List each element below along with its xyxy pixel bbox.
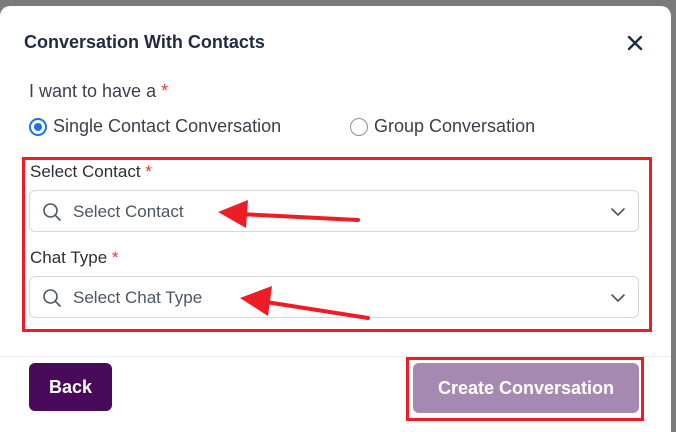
required-mark: * xyxy=(161,81,169,101)
radio-single-contact-label: Single Contact Conversation xyxy=(53,116,282,136)
radio-single-contact[interactable]: Single Contact Conversation xyxy=(29,116,281,137)
conversation-type-text: I want to have a xyxy=(29,81,157,101)
create-conversation-button[interactable]: Create Conversation xyxy=(413,363,639,413)
radio-group-conversation[interactable]: Group Conversation xyxy=(350,116,535,137)
dialog-title: Conversation With Contacts xyxy=(24,32,265,52)
annotation-highlight-box xyxy=(22,157,652,332)
radio-checked-icon[interactable] xyxy=(29,117,47,136)
radio-group-conversation-label: Group Conversation xyxy=(374,116,536,136)
close-icon[interactable] xyxy=(624,32,646,54)
conversation-type-label: I want to have a * xyxy=(29,81,168,102)
back-button[interactable]: Back xyxy=(29,363,112,411)
radio-unchecked-icon[interactable] xyxy=(350,117,368,136)
